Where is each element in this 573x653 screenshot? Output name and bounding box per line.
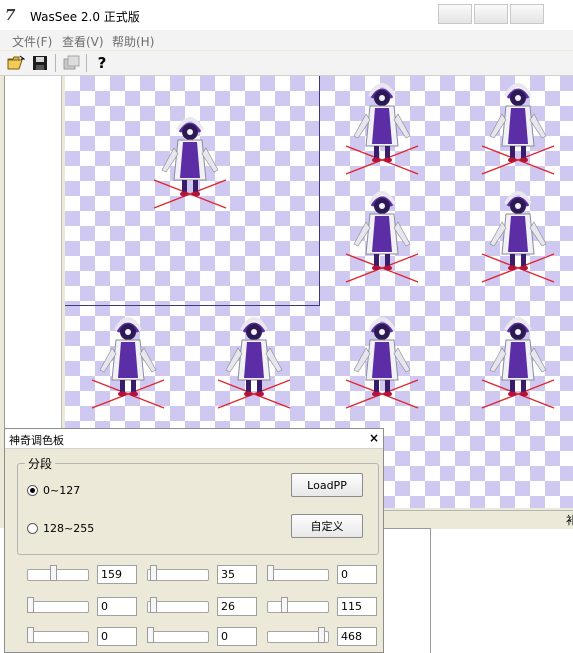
slider-track [27,631,89,643]
slider-track [267,569,329,581]
slider-thumb[interactable] [147,627,154,643]
properties-icon[interactable] [62,53,82,73]
channel-slider[interactable] [27,625,91,645]
channel-slider[interactable] [27,595,91,615]
channel-value-field[interactable]: 0 [97,597,137,616]
close-icon[interactable]: × [369,430,383,446]
slider-track [27,601,89,613]
custom-button[interactable]: 自定义 [291,514,363,538]
slider-track [267,601,329,613]
channel-value-field[interactable]: 468 [337,627,377,646]
slider-thumb[interactable] [27,597,34,613]
help-icon[interactable]: ? [92,53,112,73]
radio-label-128-255: 128~255 [43,522,95,535]
channel-slider[interactable] [267,563,331,583]
magic-palette-dialog: 神奇调色板 × 分段 0~127 128~255 LoadPP 自定义 159 3… [4,428,384,653]
palette-title-bar: 神奇调色板 × [5,429,383,449]
channel-value-field[interactable]: 0 [97,627,137,646]
app-logo: 7 [5,6,16,24]
channel-slider[interactable] [267,625,331,645]
preview-sprite [152,117,228,210]
sprite-frame [480,191,556,284]
slider-thumb[interactable] [318,627,325,643]
window-title: WasSee 2.0 正式版 [30,10,140,24]
channel-slider[interactable] [267,595,331,615]
maximize-button[interactable] [474,4,508,24]
channel-value-field[interactable]: 0 [217,627,257,646]
sprite-frame [480,83,556,176]
menu-file[interactable]: 文件(F) [12,33,52,50]
toolbar-separator [86,54,87,72]
channel-slider[interactable] [27,563,91,583]
channel-slider[interactable] [147,625,211,645]
menu-view[interactable]: 查看(V) [62,33,104,50]
channel-value-field[interactable]: 0 [337,565,377,584]
sprite-frame [344,191,420,284]
channel-slider[interactable] [147,595,211,615]
title-bar: 7 WasSee 2.0 正式版 [0,0,573,31]
sprite-frame [480,317,556,410]
slider-thumb[interactable] [150,597,157,613]
segment-label: 分段 [25,455,56,472]
sprite-frame [216,317,292,410]
radio-dot [30,488,35,493]
sprite-frame [344,317,420,410]
status-grip: 补 [566,514,573,527]
loadpp-button[interactable]: LoadPP [291,473,363,497]
save-icon[interactable] [30,53,50,73]
radio-range-0-127[interactable] [27,485,38,496]
palette-title: 神奇调色板 [9,434,64,447]
channel-value-field[interactable]: 26 [217,597,257,616]
channel-slider[interactable] [147,563,211,583]
minimize-button[interactable] [438,4,472,24]
slider-track [27,569,89,581]
slider-thumb[interactable] [27,627,34,643]
window-edge [430,528,431,653]
window-edge [384,528,430,529]
slider-thumb[interactable] [267,565,274,581]
radio-range-128-255[interactable] [27,523,38,534]
slider-track [147,631,209,643]
toolbar-separator [55,54,56,72]
sprite-frame [344,83,420,176]
menu-bar: 文件(F) 查看(V) 帮助(H) [0,30,573,50]
menu-help[interactable]: 帮助(H) [112,33,154,50]
close-button[interactable] [510,4,544,24]
slider-thumb[interactable] [150,565,157,581]
channel-value-field[interactable]: 159 [97,565,137,584]
sprite-frame [90,317,166,410]
radio-label-0-127: 0~127 [43,484,81,497]
slider-thumb[interactable] [281,597,288,613]
channel-value-field[interactable]: 115 [337,597,377,616]
slider-thumb[interactable] [50,565,57,581]
open-folder-icon[interactable] [6,53,26,73]
channel-value-field[interactable]: 35 [217,565,257,584]
